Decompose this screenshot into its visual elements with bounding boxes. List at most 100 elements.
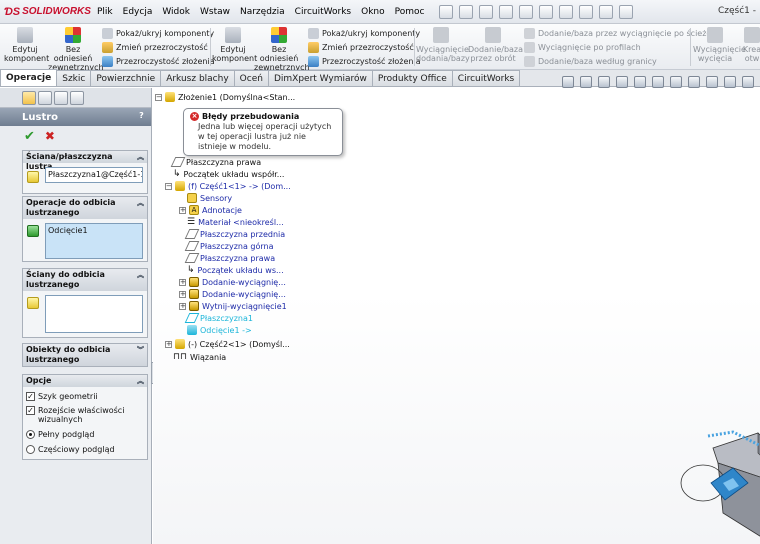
monitor-icon[interactable] xyxy=(742,76,754,88)
no-external-refs-button-2[interactable]: Bez odniesień zewnętrznych xyxy=(254,27,310,72)
tree-item-boss-extrude-2[interactable]: + Dodanie-wyciągnię... xyxy=(179,288,286,300)
options-group-header[interactable]: Opcje ︽ xyxy=(23,375,147,387)
extrude-boss-button[interactable]: Wyciągnięcie dodania/bazy xyxy=(416,27,470,63)
show-hide-components-button-2[interactable]: Pokaż/ukryj komponenty xyxy=(308,27,420,39)
edit-component-button[interactable]: Edytuj komponent xyxy=(4,27,49,63)
bodies-to-mirror-group-header[interactable]: Obiekty do odbicia lustrzanego ︾ xyxy=(23,344,147,366)
tab-dimxpert[interactable]: DimXpert Wymiarów xyxy=(267,70,373,86)
no-external-refs-button[interactable]: Bez odniesień zewnętrznych xyxy=(48,27,104,72)
selected-feature-item[interactable]: Odcięcie1 xyxy=(48,226,88,235)
expand-toggle-icon[interactable]: + xyxy=(179,206,186,214)
edit-appearance-icon[interactable] xyxy=(688,76,700,88)
file-properties-icon[interactable] xyxy=(599,4,614,19)
tree-item-part1[interactable]: − (f) Część1<1> -> (Dom... xyxy=(165,180,291,192)
tree-item-material[interactable]: ☰ Materiał <nieokreśl... xyxy=(187,216,284,228)
tree-item-front-plane[interactable]: Płaszczyzna przednia xyxy=(184,228,285,240)
full-preview-radio[interactable] xyxy=(26,430,35,439)
hide-show-items-icon[interactable] xyxy=(670,76,682,88)
options-gear-icon[interactable] xyxy=(619,4,634,19)
zoom-fit-icon[interactable] xyxy=(562,76,574,88)
view-orientation-icon[interactable] xyxy=(634,76,646,88)
expand-toggle-icon[interactable]: + xyxy=(165,340,172,348)
features-to-mirror-group-header[interactable]: Operacje do odbicia lustrzanego ︽ xyxy=(23,197,147,219)
menu-view[interactable]: Widok xyxy=(157,0,195,24)
tree-item-boss-extrude-1[interactable]: + Dodanie-wyciągnię... xyxy=(179,276,286,288)
collapse-chevron-icon[interactable]: ︽ xyxy=(137,152,144,162)
feature-manager-tab-icon[interactable] xyxy=(22,90,36,105)
tree-item-sensors[interactable]: Sensory xyxy=(187,192,232,204)
select-icon[interactable] xyxy=(559,4,574,19)
change-transparency-button[interactable]: Zmień przezroczystość xyxy=(102,41,208,53)
tree-item-annotations[interactable]: + A Adnotacje xyxy=(179,204,242,216)
print-icon[interactable] xyxy=(519,4,534,19)
graphics-viewport[interactable]: − Złożenie1 (Domyślna<Stan... Płaszczyzn… xyxy=(153,88,760,544)
tree-item-origin[interactable]: ↳ Początek układu współr... xyxy=(173,168,284,180)
change-transparency-button-2[interactable]: Zmień przezroczystość xyxy=(308,41,414,53)
menu-edit[interactable]: Edycja xyxy=(118,0,158,24)
assembly-transparency-button[interactable]: Przezroczystość złożenia xyxy=(102,55,215,67)
collapse-chevron-icon[interactable]: ︽ xyxy=(137,198,144,218)
faces-to-mirror-list[interactable] xyxy=(45,295,143,333)
new-document-icon[interactable] xyxy=(459,4,474,19)
expand-chevron-icon[interactable]: ︾ xyxy=(137,345,144,365)
expand-toggle-icon[interactable]: + xyxy=(179,302,186,310)
configuration-manager-tab-icon[interactable] xyxy=(54,90,68,105)
tree-item-right-plane-2[interactable]: Płaszczyzna prawa xyxy=(184,252,275,264)
geometry-pattern-option[interactable]: ✓ Szyk geometrii xyxy=(26,392,98,401)
extrude-cut-button[interactable]: Wyciągnięcie wycięcia xyxy=(693,27,746,63)
propagate-visual-properties-option[interactable]: ✓ Rozejście właściwości wizualnych xyxy=(26,406,142,424)
assembly-transparency-button-2[interactable]: Przezroczystość złożenia xyxy=(308,55,421,67)
mirror-plane-group-header[interactable]: Ściana/płaszczyzna lustra ︽ xyxy=(23,151,147,171)
propagate-visual-checkbox[interactable]: ✓ xyxy=(26,406,35,415)
geometry-pattern-checkbox[interactable]: ✓ xyxy=(26,392,35,401)
partial-preview-option[interactable]: Częściowy podgląd xyxy=(26,445,115,454)
ok-checkmark-icon[interactable]: ✔ xyxy=(24,129,35,144)
property-manager-tab-icon[interactable] xyxy=(38,90,52,105)
expand-toggle-icon[interactable]: + xyxy=(179,278,186,286)
previous-view-icon[interactable] xyxy=(598,76,610,88)
view-settings-icon[interactable] xyxy=(724,76,736,88)
undo-icon[interactable] xyxy=(539,4,554,19)
menu-insert[interactable]: Wstaw xyxy=(195,0,235,24)
tree-item-split1[interactable]: Odcięcie1 -> xyxy=(187,324,252,336)
sweep-boss-button[interactable]: Dodanie/baza przez wyciągnięcie po ścież… xyxy=(524,27,716,39)
pin-icon[interactable] xyxy=(439,4,454,19)
3d-model-view[interactable] xyxy=(673,428,760,544)
menu-help[interactable]: Pomoc xyxy=(390,0,430,24)
menu-file[interactable]: Plik xyxy=(92,0,118,24)
apply-scene-icon[interactable] xyxy=(706,76,718,88)
mirror-plane-field[interactable]: Płaszczyzna1@Część1-1@Z xyxy=(45,167,143,183)
tree-item-top-plane[interactable]: Płaszczyzna górna xyxy=(184,240,274,252)
revolve-boss-button[interactable]: Dodanie/baza przez obrót xyxy=(468,27,523,63)
appearance-tab-icon[interactable] xyxy=(70,90,84,105)
zoom-area-icon[interactable] xyxy=(580,76,592,88)
tree-item-cut-extrude[interactable]: + Wytnij-wyciągnięcie1 xyxy=(179,300,287,312)
tree-item-right-plane[interactable]: Płaszczyzna prawa xyxy=(170,156,261,168)
tab-sheet-metal[interactable]: Arkusz blachy xyxy=(160,70,235,86)
solidworks-logo[interactable]: ƊS SOLIDWORKS xyxy=(0,0,92,24)
tab-sketch[interactable]: Szkic xyxy=(56,70,92,86)
edit-component-button-2[interactable]: Edytuj komponent xyxy=(212,27,257,63)
boundary-boss-button[interactable]: Dodanie/baza według granicy xyxy=(524,55,657,67)
rebuild-icon[interactable] xyxy=(579,4,594,19)
open-folder-icon[interactable] xyxy=(479,4,494,19)
show-hide-components-button[interactable]: Pokaż/ukryj komponenty xyxy=(102,27,214,39)
full-preview-option[interactable]: Pełny podgląd xyxy=(26,430,94,439)
cancel-x-icon[interactable]: ✖ xyxy=(45,129,55,143)
tab-evaluate[interactable]: Oceń xyxy=(233,70,269,86)
tab-surfaces[interactable]: Powierzchnie xyxy=(90,70,162,86)
collapse-chevron-icon[interactable]: ︽ xyxy=(137,270,144,290)
save-icon[interactable] xyxy=(499,4,514,19)
features-to-mirror-list[interactable]: Odcięcie1 xyxy=(45,223,143,259)
collapse-chevron-icon[interactable]: ︽ xyxy=(137,376,144,386)
collapse-toggle-icon[interactable]: − xyxy=(165,182,172,190)
tree-item-mates[interactable]: ⊓⊓ Wiązania xyxy=(173,351,226,363)
tree-item-plane1[interactable]: Płaszczyzna1 xyxy=(184,312,253,324)
tree-root-node[interactable]: − Złożenie1 (Domyślna<Stan... xyxy=(155,91,295,103)
faces-to-mirror-group-header[interactable]: Ściany do odbicia lustrzanego ︽ xyxy=(23,269,147,291)
tab-office-products[interactable]: Produkty Office xyxy=(371,70,453,86)
tab-features[interactable]: Operacje xyxy=(0,69,58,86)
partial-preview-radio[interactable] xyxy=(26,445,35,454)
display-style-icon[interactable] xyxy=(652,76,664,88)
tab-circuitworks[interactable]: CircuitWorks xyxy=(451,70,521,86)
